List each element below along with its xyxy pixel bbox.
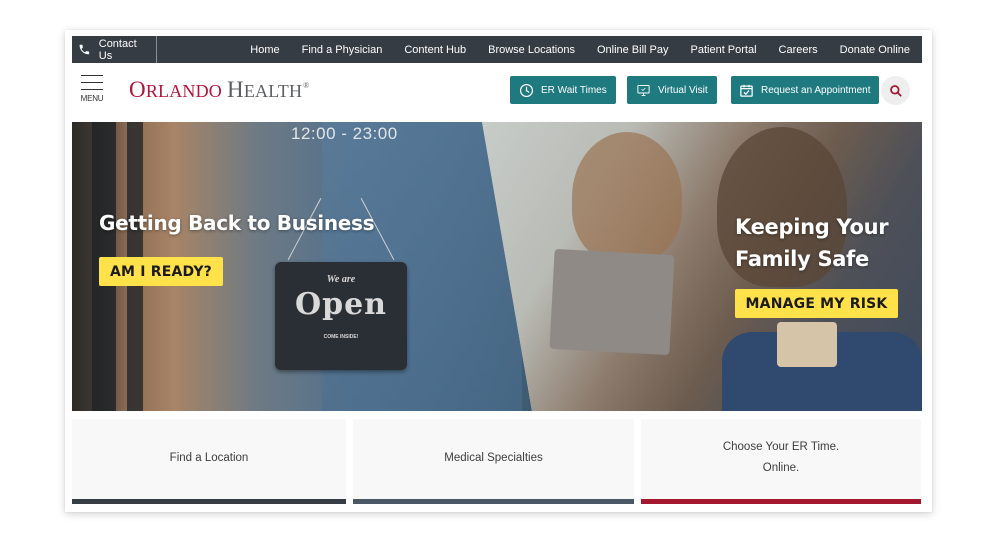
manage-my-risk-button[interactable]: MANAGE MY RISK: [735, 289, 898, 318]
contact-us-link[interactable]: Contact Us: [72, 36, 157, 63]
menu-label: MENU: [80, 94, 104, 103]
quick-links: Find a Location Medical Specialties Choo…: [72, 419, 922, 504]
logo-word-health: HEALTH: [227, 77, 302, 102]
find-a-location-tile[interactable]: Find a Location: [72, 419, 346, 504]
tile-label: Find a Location: [169, 451, 249, 464]
contact-us-label: Contact Us: [98, 37, 137, 62]
hours-decal: 12:00 - 23:00: [291, 124, 398, 143]
request-appointment-label: Request an Appointment: [761, 84, 871, 96]
phone-icon: [79, 44, 90, 55]
nav-content-hub[interactable]: Content Hub: [404, 44, 466, 56]
er-wait-times-button[interactable]: ER Wait Times: [510, 76, 616, 104]
logo-word-orlando: ORLANDO: [129, 77, 222, 102]
request-appointment-button[interactable]: Request an Appointment: [731, 76, 879, 104]
logo-letters: EALTH: [243, 81, 303, 101]
hamburger-icon-line: [81, 82, 103, 83]
sign-come-inside: COME INSIDE!: [323, 334, 359, 340]
woman-figure: [572, 132, 682, 262]
nav-patient-portal[interactable]: Patient Portal: [691, 44, 757, 56]
calendar-check-icon: [740, 84, 753, 97]
am-i-ready-button[interactable]: AM I READY?: [99, 257, 223, 286]
tile-label-line2: Online.: [762, 462, 800, 474]
laptop: [549, 248, 675, 356]
logo-letter: H: [227, 77, 244, 102]
medical-specialties-tile[interactable]: Medical Specialties: [353, 419, 634, 504]
hero-carousel: 12:00 - 23:00 We are Open COME INSIDE! G…: [72, 122, 922, 411]
top-nav: Home Find a Physician Content Hub Browse…: [250, 44, 922, 56]
hero-right-title: Keeping Your Family Safe: [735, 215, 889, 271]
choose-er-time-tile[interactable]: Choose Your ER Time. Online.: [641, 419, 921, 504]
hero-left-title: Getting Back to Business: [99, 211, 375, 235]
search-icon: [889, 84, 902, 97]
clock-icon: [519, 83, 534, 97]
browser-page-frame: Contact Us Home Find a Physician Content…: [65, 30, 932, 512]
utility-bar: Contact Us Home Find a Physician Content…: [72, 36, 922, 63]
er-wait-times-label: ER Wait Times: [541, 84, 607, 96]
hamburger-icon-line: [81, 89, 103, 90]
sign-we-are: We are: [326, 274, 356, 285]
sign-open: Open: [294, 287, 387, 322]
tile-accent-bar: [641, 499, 921, 504]
search-button[interactable]: [881, 76, 910, 105]
tile-accent-bar: [353, 499, 634, 504]
nav-careers[interactable]: Careers: [779, 44, 818, 56]
nav-find-a-physician[interactable]: Find a Physician: [302, 44, 383, 56]
monitor-icon: [637, 84, 650, 96]
nav-home[interactable]: Home: [250, 44, 279, 56]
nav-online-bill-pay[interactable]: Online Bill Pay: [597, 44, 669, 56]
site-header: MENU ORLANDO HEALTH® ER Wait Times Virtua…: [72, 63, 922, 121]
tile-label: Medical Specialties: [444, 451, 543, 464]
tile-label-line1: Choose Your ER Time.: [722, 441, 840, 453]
hamburger-icon: [81, 75, 103, 76]
logo-letters: RLANDO: [145, 81, 223, 101]
tile-label: Choose Your ER Time. Online.: [723, 437, 839, 479]
virtual-visit-button[interactable]: Virtual Visit: [627, 76, 717, 104]
tile-accent-bar: [72, 499, 346, 504]
toy-trolley: [777, 322, 837, 367]
virtual-visit-label: Virtual Visit: [658, 84, 708, 96]
registered-mark: ®: [303, 81, 310, 91]
nav-browse-locations[interactable]: Browse Locations: [488, 44, 575, 56]
open-sign: We are Open COME INSIDE!: [275, 262, 407, 370]
logo-letter: O: [129, 77, 146, 102]
nav-donate-online[interactable]: Donate Online: [840, 44, 910, 56]
menu-button[interactable]: MENU: [80, 75, 104, 103]
orlando-health-logo[interactable]: ORLANDO HEALTH®: [129, 77, 309, 103]
